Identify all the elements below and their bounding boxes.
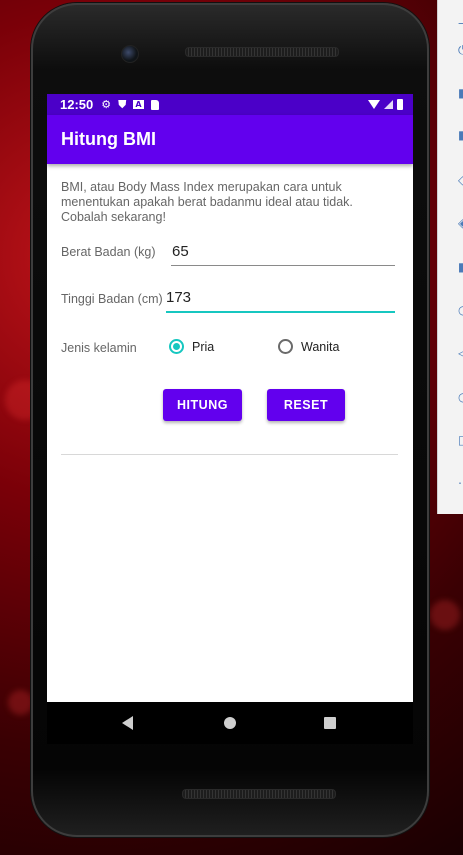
nav-back-icon[interactable] — [122, 716, 133, 730]
more-icon[interactable]: ⋯ — [458, 477, 463, 489]
radio-pria[interactable]: Pria — [169, 339, 214, 354]
home-icon[interactable]: ○ — [458, 391, 463, 403]
app-bar: Hitung BMI — [47, 115, 413, 164]
description-text: BMI, atau Body Mass Index merupakan cara… — [61, 180, 353, 224]
background-texture — [430, 600, 460, 630]
overview-icon[interactable]: □ — [458, 434, 463, 446]
radio-label: Wanita — [301, 339, 340, 354]
screenshot-icon[interactable]: ■ — [458, 261, 463, 273]
back-icon[interactable]: ◁ — [458, 347, 463, 359]
minimize-icon[interactable]: – — [458, 17, 463, 29]
top-speaker — [185, 47, 339, 57]
a-icon: A — [133, 100, 144, 109]
rotate-left-icon[interactable]: ◇ — [458, 174, 463, 186]
zoom-icon[interactable]: ○ — [458, 304, 463, 316]
reset-button[interactable]: RESET — [267, 389, 345, 421]
volume-up-icon[interactable]: ▮ — [458, 87, 463, 99]
sd-card-icon — [150, 99, 159, 110]
weight-input[interactable]: 65 — [171, 239, 395, 266]
calculate-button[interactable]: HITUNG — [163, 389, 242, 421]
status-right-icons — [368, 99, 403, 110]
height-input[interactable]: 173 — [166, 285, 395, 313]
app-title: Hitung BMI — [61, 129, 156, 149]
emulator-side-toolbar: – ⏻ ▮ ▮ ◇ ◈ ■ ○ ◁ ○ □ ⋯ — [437, 0, 463, 514]
front-camera — [121, 45, 139, 63]
gender-label: Jenis kelamin — [61, 341, 137, 355]
radio-wanita[interactable]: Wanita — [278, 339, 339, 354]
wifi-icon — [368, 100, 380, 109]
radio-checked-icon — [169, 339, 184, 354]
gear-icon: ⚙ — [101, 98, 112, 111]
volume-down-icon[interactable]: ▮ — [458, 129, 463, 141]
battery-icon — [397, 99, 403, 110]
power-icon[interactable]: ⏻ — [458, 44, 463, 56]
background-texture — [8, 690, 33, 715]
shield-icon: ⛊ — [118, 97, 127, 111]
radio-label: Pria — [192, 339, 215, 354]
radio-unchecked-icon — [278, 339, 293, 354]
phone-screen: 12:50 ⚙ ⛊ A Hitung BMI BMI, atau Body Ma… — [47, 94, 413, 702]
status-time: 12:50 — [60, 97, 94, 112]
height-label: Tinggi Badan (cm) — [61, 292, 163, 306]
nav-recents-icon[interactable] — [324, 717, 336, 729]
status-bar: 12:50 ⚙ ⛊ A — [47, 94, 413, 115]
weight-label: Berat Badan (kg) — [61, 245, 156, 259]
nav-home-icon[interactable] — [224, 717, 236, 729]
signal-icon — [384, 100, 393, 109]
result-divider — [61, 454, 398, 455]
rotate-right-icon[interactable]: ◈ — [458, 217, 463, 229]
navigation-bar — [47, 702, 413, 744]
bottom-speaker — [182, 789, 336, 799]
